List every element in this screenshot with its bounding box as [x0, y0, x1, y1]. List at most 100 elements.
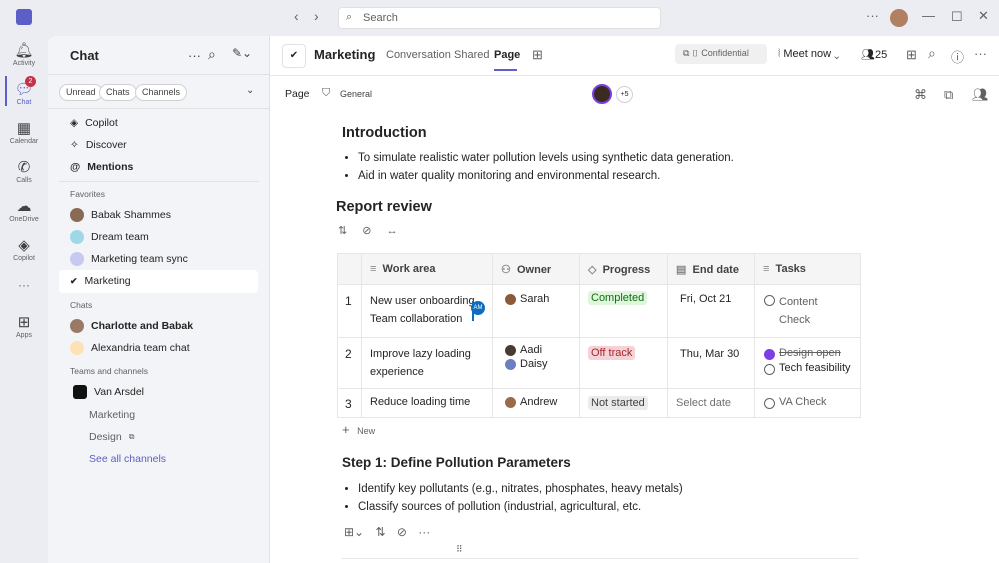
rail-onedrive[interactable]: ☁︎ OneDrive [0, 198, 48, 223]
cell-tasks[interactable]: Content Check [754, 284, 861, 338]
col-end-date[interactable]: ▤ End date [667, 253, 755, 285]
more-apps-icon[interactable]: ··· [0, 278, 48, 292]
back-icon[interactable]: ‹ [294, 8, 299, 24]
avatar[interactable] [592, 84, 612, 104]
share-people-icon[interactable]: 👥︎ [972, 87, 989, 103]
copy-icon[interactable]: ⧉ [944, 87, 953, 103]
hide-icon[interactable]: ⊘ [397, 525, 407, 539]
filter-chats[interactable]: Chats [99, 84, 137, 101]
rail-calendar[interactable]: ▦ Calendar [0, 120, 48, 145]
forward-icon[interactable]: › [314, 8, 319, 24]
cell-end-date[interactable]: Fri, Oct 21 [667, 284, 755, 338]
search-placeholder: Search [363, 12, 398, 24]
rail-apps[interactable]: ⊞ Apps [0, 314, 48, 339]
channel-label: General [340, 89, 373, 99]
channel-item[interactable]: Marketing [89, 405, 135, 425]
layout-icon[interactable]: ⊞⌄ [344, 525, 364, 539]
cell-progress[interactable]: Completed [579, 284, 668, 338]
sparkle-icon: ✧ [70, 139, 79, 151]
team-logo-icon [73, 385, 87, 399]
sort-icon[interactable]: ⇅ [338, 225, 347, 237]
close-icon[interactable]: ✕ [978, 8, 989, 24]
tab-shared[interactable]: Shared [454, 49, 489, 61]
task-checkbox[interactable] [764, 295, 775, 306]
col-progress[interactable]: ◇ Progress [579, 253, 668, 285]
list-item[interactable]: Dream team [70, 227, 149, 247]
add-icon[interactable]: ⊞ [906, 47, 917, 63]
more-icon[interactable]: ··· [418, 525, 430, 539]
minimize-icon[interactable]: — [922, 8, 935, 23]
sort-icon[interactable]: ⇅ [375, 525, 385, 539]
meet-now-button[interactable]: ⦚ Meet now ⌄ [778, 48, 839, 61]
maximize-icon[interactable]: ☐ [951, 9, 963, 25]
hide-icon[interactable]: ⊘ [362, 225, 371, 237]
search-icon[interactable]: ⌕ [928, 45, 936, 62]
date-text: Thu, Mar 30 [680, 348, 740, 360]
item-label: Copilot [85, 117, 118, 129]
add-row-button[interactable]: + New [342, 422, 375, 437]
team-item[interactable]: Van Arsdel [73, 382, 144, 402]
new-chat-icon[interactable]: ✎⌄ [232, 46, 252, 60]
rail-activity[interactable]: 🔔︎ Activity [0, 42, 48, 67]
task-checkbox[interactable] [764, 364, 775, 375]
chat-icon: 💬︎ [14, 81, 34, 98]
cell-progress[interactable]: Off track [579, 337, 668, 389]
filter-channels[interactable]: Channels [135, 84, 188, 101]
rail-label: Apps [16, 332, 32, 339]
more-icon[interactable]: ··· [866, 8, 879, 23]
avatar[interactable] [890, 9, 908, 27]
list-item[interactable]: Charlotte and Babak [70, 316, 193, 336]
resize-icon[interactable]: ↔ [387, 225, 398, 237]
filter-unread[interactable]: Unread [59, 84, 103, 101]
tab-page[interactable]: Page [494, 49, 520, 61]
drag-handle-icon[interactable]: ⠿ [456, 544, 463, 555]
date-text: Fri, Oct 21 [680, 293, 732, 305]
tab-conversation[interactable]: Conversation [386, 49, 451, 61]
list-item-copilot[interactable]: ◈ Copilot [70, 113, 118, 133]
list-item-mentions[interactable]: @ Mentions [70, 157, 133, 177]
col-owner[interactable]: ⚇ Owner [492, 253, 580, 285]
task-checkbox[interactable] [764, 398, 775, 409]
participants-button[interactable]: 👥︎25 [861, 48, 887, 61]
see-all-channels-link[interactable]: See all channels [89, 449, 166, 469]
section-favorites: Favorites [70, 189, 105, 199]
status-badge: Not started [588, 396, 648, 410]
more-icon[interactable]: ··· [974, 46, 987, 61]
rail-label: Calendar [9, 138, 39, 145]
channel-item[interactable]: Design ⧉ [89, 427, 134, 447]
chevron-down-icon[interactable]: ⌄ [246, 85, 254, 96]
cell-tasks[interactable]: Design open Tech feasibility [754, 337, 861, 389]
add-tab-icon[interactable]: ⊞ [532, 47, 543, 63]
task-checkbox-checked[interactable] [764, 349, 775, 360]
search-icon[interactable]: ⌕ [208, 46, 216, 63]
list-item[interactable]: Babak Shammes [70, 205, 171, 225]
rail-chat[interactable]: 💬︎ Chat 2 [0, 76, 48, 106]
cell-owner[interactable]: Sarah [492, 284, 580, 338]
cell-end-date[interactable]: Select date [667, 388, 755, 418]
more-collaborators[interactable]: +5 [616, 86, 633, 103]
rail-copilot[interactable]: ◈ Copilot [0, 237, 48, 262]
info-icon[interactable]: ⓘ [951, 47, 964, 66]
cell-work-area[interactable]: New user onboarding Team collaboration AM [361, 284, 493, 338]
more-icon[interactable]: ··· [188, 48, 201, 63]
apps-grid-icon[interactable]: ⌘ [914, 87, 927, 103]
search-input[interactable]: ⌕ Search [338, 7, 661, 29]
cell-end-date[interactable]: Thu, Mar 30 [667, 337, 755, 389]
rail-calls[interactable]: ✆ Calls [0, 159, 48, 184]
person-icon: ⚇ [501, 263, 514, 276]
sensitivity-label[interactable]: ⧉ ▯ Confidential [675, 44, 767, 64]
cell-owner[interactable]: Aadi Daisy [492, 337, 580, 389]
heading-step-1: Step 1: Define Pollution Parameters [342, 455, 571, 470]
cell-tasks[interactable]: VA Check [754, 388, 861, 418]
cell-work-area[interactable]: Improve lazy loading experience [361, 337, 493, 389]
list-item[interactable]: Alexandria team chat [70, 338, 190, 358]
list-item-selected[interactable]: ✔︎ Marketing [70, 271, 131, 291]
row-number: 2 [337, 337, 362, 389]
col-work-area[interactable]: ≡ Work area [361, 253, 493, 285]
cell-progress[interactable]: Not started [579, 388, 668, 418]
cell-work-area[interactable]: Reduce loading time [361, 388, 493, 418]
list-item[interactable]: Marketing team sync [70, 249, 188, 269]
col-tasks[interactable]: ≡ Tasks [754, 253, 861, 285]
list-item-discover[interactable]: ✧ Discover [70, 135, 127, 155]
cell-owner[interactable]: Andrew [492, 388, 580, 418]
